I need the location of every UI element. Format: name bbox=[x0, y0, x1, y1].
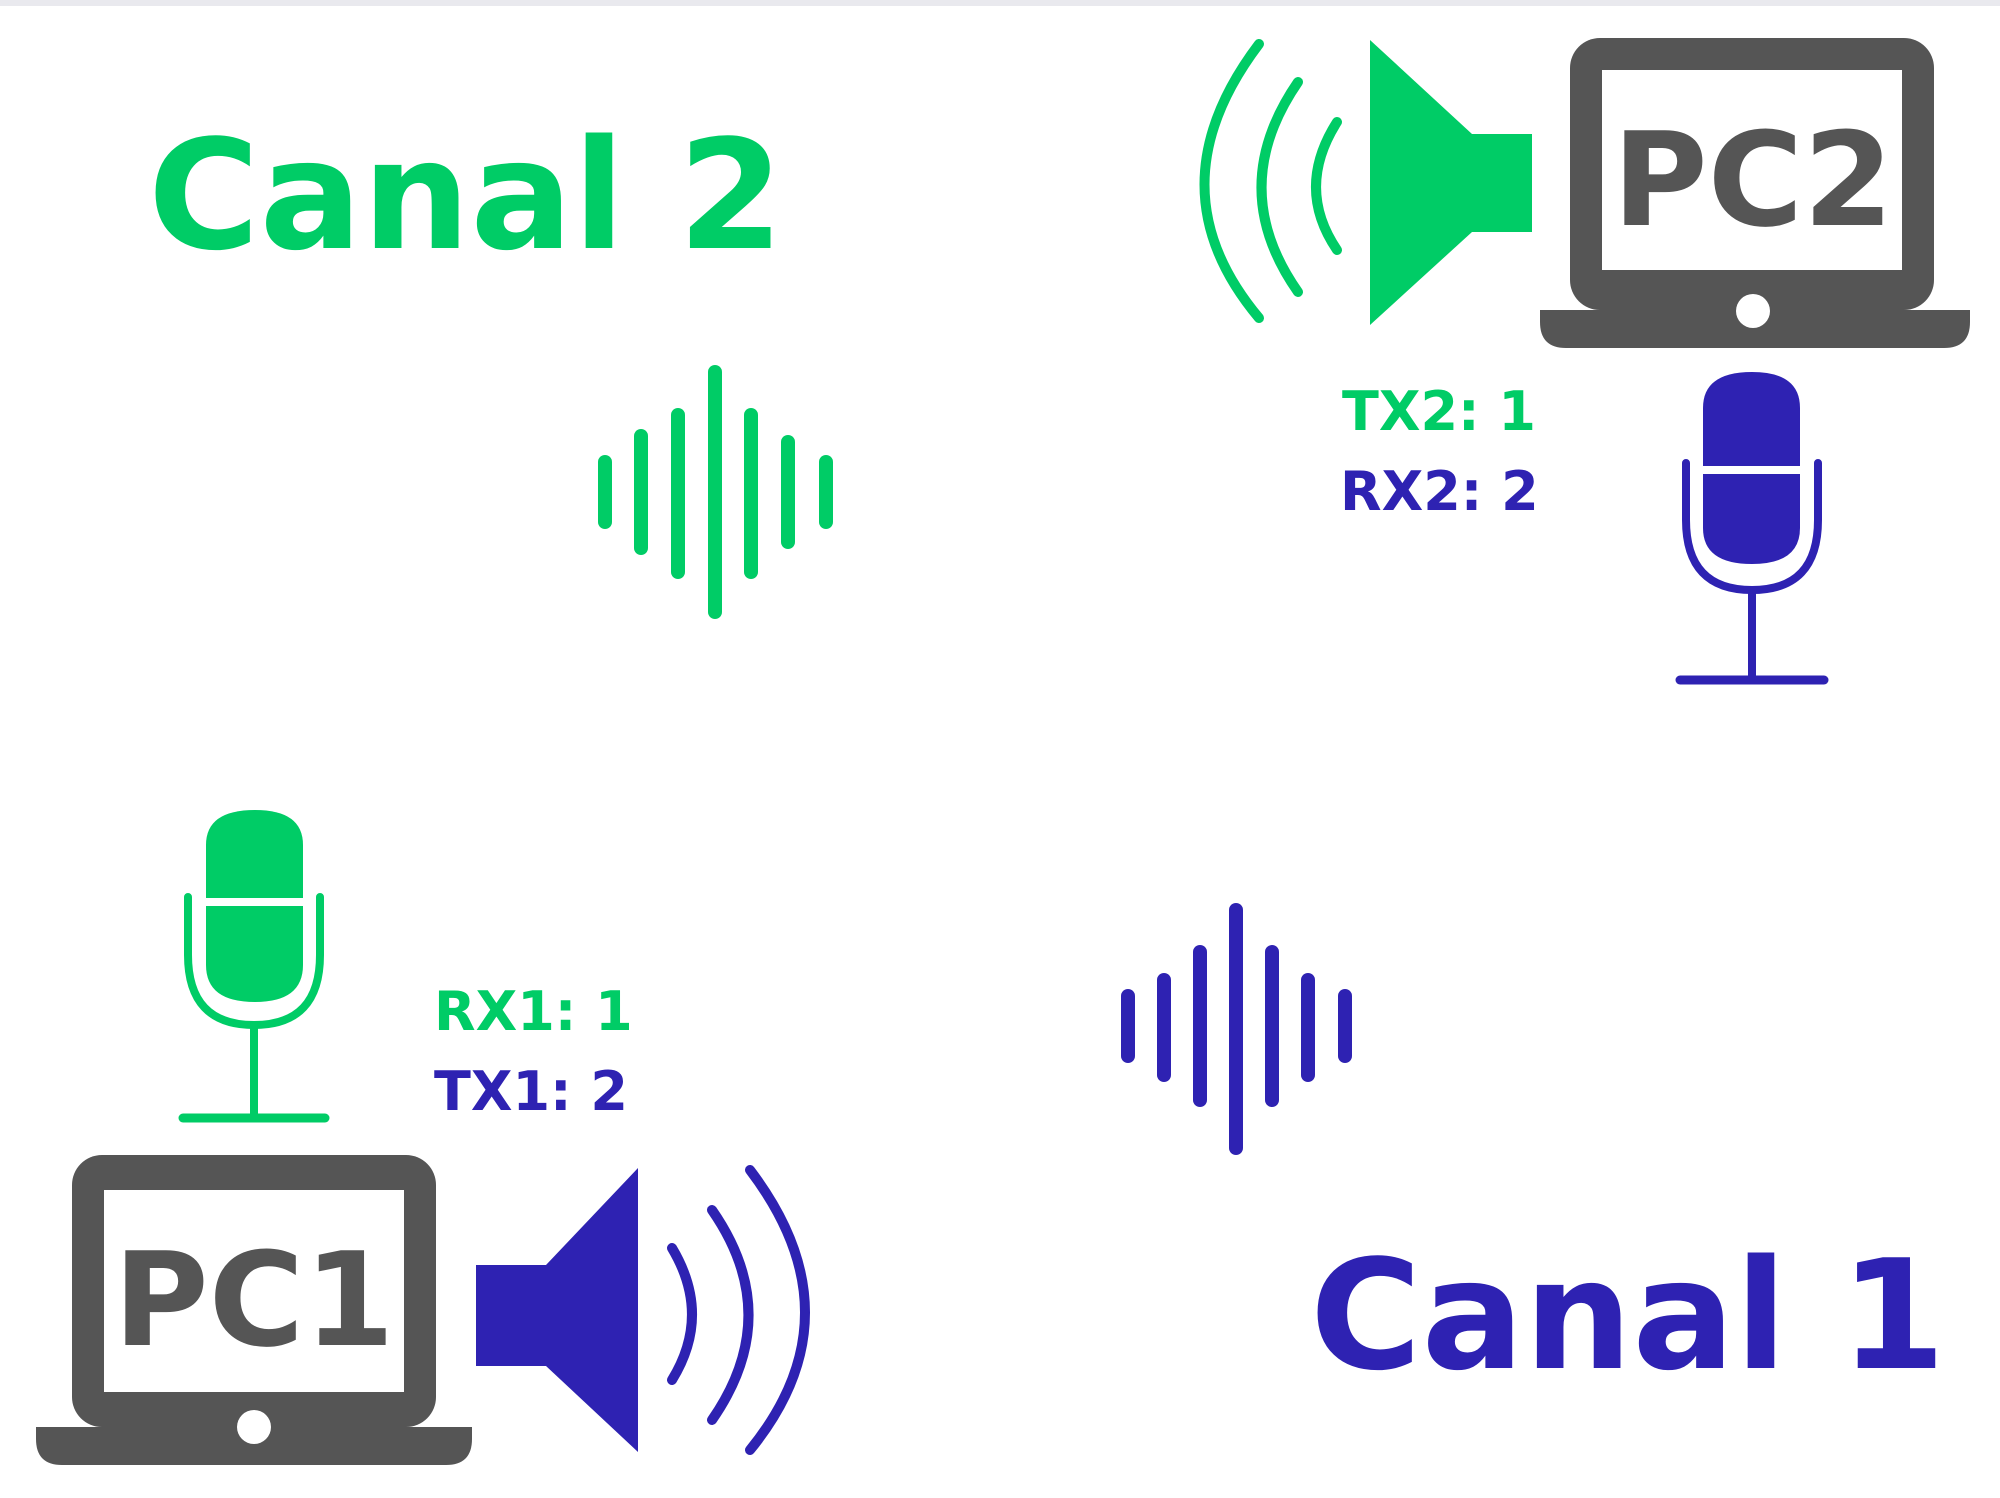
pc1-rx-label: RX1: 1 bbox=[434, 980, 633, 1043]
pc2-laptop-icon: PC2 bbox=[1540, 38, 1970, 348]
pc1-label: PC1 bbox=[113, 1224, 394, 1376]
diagram-canvas: PC2 TX2: 1 RX2: 2 Canal 2 RX1: 1 TX1: 2 … bbox=[0, 0, 2000, 1498]
pc1-laptop-icon: PC1 bbox=[36, 1155, 472, 1465]
pc2-speaker-icon bbox=[1199, 39, 1532, 325]
sound-wave-icon bbox=[1121, 903, 1352, 1155]
pc1-tx-label: TX1: 2 bbox=[434, 1060, 628, 1123]
pc2-rx-label: RX2: 2 bbox=[1340, 460, 1539, 523]
audio-channel-diagram: PC2 TX2: 1 RX2: 2 Canal 2 RX1: 1 TX1: 2 … bbox=[36, 38, 1970, 1465]
pc1-speaker-icon bbox=[476, 1165, 810, 1455]
canal-2-label: Canal 2 bbox=[148, 107, 784, 284]
pc1-microphone-icon bbox=[178, 810, 330, 1123]
pc2-tx-label: TX2: 1 bbox=[1342, 380, 1536, 443]
pc2-microphone-icon bbox=[1675, 372, 1829, 685]
sound-wave-icon bbox=[598, 365, 833, 619]
pc2-label: PC2 bbox=[1612, 104, 1893, 256]
canal-1-label: Canal 1 bbox=[1310, 1227, 1946, 1404]
